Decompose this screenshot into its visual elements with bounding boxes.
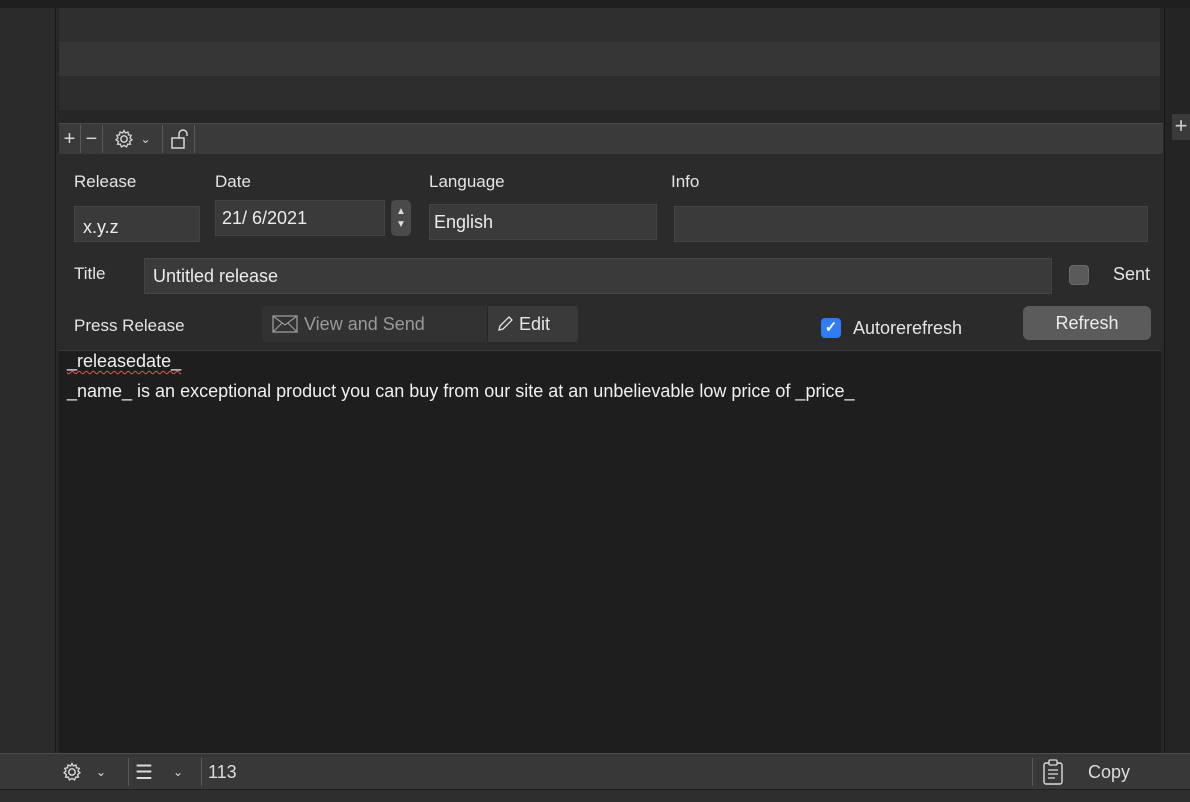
misspelled-word: _releasedate_: [67, 351, 182, 371]
press-release-editor[interactable]: _releasedate_ _name_ is an exceptional p…: [59, 350, 1161, 753]
pencil-icon: [498, 316, 513, 331]
status-divider: [201, 758, 202, 786]
view-and-send-label: View and Send: [304, 313, 425, 334]
edit-label: Edit: [519, 313, 551, 334]
autorefresh-label: Autorerefresh: [853, 318, 963, 338]
remove-release-button[interactable]: −: [81, 125, 103, 153]
date-stepper[interactable]: ▲ ▼: [391, 200, 411, 236]
gear-icon: [115, 129, 134, 148]
title-field[interactable]: Untitled release: [144, 258, 1052, 294]
autorefresh-checkbox[interactable]: ✓: [821, 318, 841, 338]
chevron-down-icon: ⌄: [96, 765, 107, 779]
add-panel-button[interactable]: +: [1172, 114, 1190, 140]
press-release-label: Press Release: [74, 316, 185, 335]
gear-icon: [62, 762, 82, 781]
character-count: 113: [208, 761, 237, 782]
list-row[interactable]: [59, 42, 1160, 76]
release-list[interactable]: [57, 8, 1163, 123]
editor-settings-button[interactable]: ⌄: [62, 754, 120, 790]
unlock-icon: [170, 129, 188, 149]
date-label: Date: [215, 172, 251, 191]
list-row[interactable]: [59, 8, 1160, 42]
editor-line-body: _name_ is an exceptional product you can…: [67, 381, 855, 401]
envelope-icon: [272, 315, 298, 333]
clipboard-icon: [1043, 759, 1063, 785]
copy-label: Copy: [1088, 761, 1131, 782]
release-label: Release: [74, 172, 137, 191]
chevron-down-icon: ⌄: [140, 132, 151, 146]
list-toolbar: + − ⌄: [59, 123, 1163, 155]
minus-icon: −: [85, 127, 98, 150]
release-panel: + − ⌄ Release Date Language Info x.y.z 2…: [57, 8, 1163, 753]
status-bar: ⌄ ☰ ⌄ 113 Copy: [0, 753, 1190, 790]
info-field[interactable]: [674, 206, 1148, 242]
press-release-actions: View and Send Edit: [262, 306, 578, 342]
add-release-button[interactable]: +: [59, 125, 81, 153]
list-row[interactable]: [59, 76, 1160, 110]
plus-icon: +: [63, 127, 76, 150]
release-form: Release Date Language Info x.y.z 21/ 6/2…: [57, 154, 1163, 350]
chevron-up-icon: ▲: [396, 206, 406, 217]
info-label: Info: [671, 172, 700, 191]
date-field[interactable]: 21/ 6/2021: [215, 200, 385, 236]
language-field[interactable]: English: [429, 204, 657, 240]
editor-line-releasedate: _releasedate_: [67, 351, 181, 372]
window-top-edge: [0, 0, 1190, 8]
language-label: Language: [429, 172, 505, 191]
refresh-button[interactable]: Refresh: [1023, 306, 1151, 340]
view-and-send-button[interactable]: View and Send: [262, 306, 488, 342]
status-divider: [1032, 758, 1033, 786]
chevron-down-icon: ▼: [396, 219, 406, 230]
chevron-down-icon: ⌄: [172, 765, 183, 779]
sent-label: Sent: [1113, 264, 1151, 284]
release-field[interactable]: x.y.z: [74, 206, 200, 242]
list-format-button[interactable]: ☰ ⌄: [135, 754, 197, 790]
copy-button[interactable]: Copy: [1042, 754, 1148, 790]
left-sidebar: [0, 8, 56, 753]
window-bottom-edge: [0, 789, 1190, 802]
edit-button[interactable]: Edit: [488, 306, 578, 342]
status-divider: [128, 758, 129, 786]
list-icon: ☰: [135, 761, 153, 784]
lock-button[interactable]: [163, 125, 195, 153]
settings-menu-button[interactable]: ⌄: [103, 125, 163, 153]
sent-checkbox[interactable]: [1069, 265, 1089, 285]
title-label: Title: [74, 264, 106, 283]
